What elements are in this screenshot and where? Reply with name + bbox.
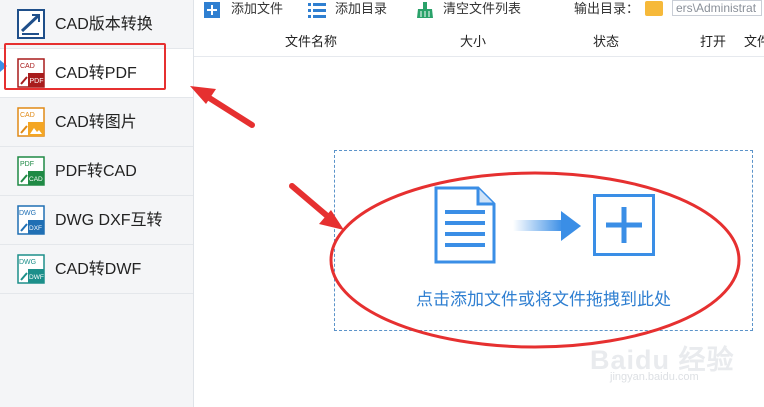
sidebar-item-label: PDF转CAD xyxy=(55,163,137,180)
arrow-right-icon xyxy=(513,211,581,241)
column-header-file: 文件 xyxy=(744,34,764,49)
output-dir-label: 输出目录： xyxy=(574,1,640,16)
sidebar-item-cad-to-image[interactable]: CAD CAD转图片 xyxy=(0,98,193,147)
column-header-name: 文件名称 xyxy=(285,34,338,49)
cad-to-pdf-icon: CAD PDF xyxy=(17,58,45,88)
plus-icon xyxy=(204,2,220,18)
document-icon xyxy=(434,186,496,264)
file-table-header: 文件名称 大小 状态 打开 文件 xyxy=(194,30,764,57)
icon-text-pdf: PDF xyxy=(30,78,44,85)
watermark-url: jingyan.baidu.com xyxy=(610,371,699,383)
sidebar-item-dwg-dxf[interactable]: DWG DXF DWG DXF互转 xyxy=(0,196,193,245)
icon-text-cad: CAD xyxy=(20,112,35,119)
add-box-icon xyxy=(593,194,655,256)
clear-list-label: 清空文件列表 xyxy=(443,1,522,16)
icon-text-cad: CAD xyxy=(20,63,35,70)
cad-version-icon xyxy=(17,9,45,39)
icon-text-dxf: DXF xyxy=(29,225,42,232)
sidebar-item-cad-version[interactable]: CAD版本转换 xyxy=(0,0,193,49)
drop-zone-hint: 点击添加文件或将文件拖拽到此处 xyxy=(416,290,671,309)
sidebar-item-label: DWG DXF互转 xyxy=(55,212,163,229)
list-icon xyxy=(308,3,326,18)
icon-text-cad: CAD xyxy=(29,176,43,183)
sidebar-item-label: CAD转图片 xyxy=(55,114,137,131)
icon-text-pdf: PDF xyxy=(20,161,34,168)
sidebar-item-label: CAD转PDF xyxy=(55,65,137,82)
annotation-arrow xyxy=(190,86,255,128)
sidebar-item-cad-to-pdf[interactable]: CAD PDF CAD转PDF xyxy=(0,49,193,98)
sidebar-item-label: CAD版本转换 xyxy=(55,16,153,33)
active-indicator xyxy=(0,60,7,72)
output-path-field[interactable]: ers\Administrat xyxy=(672,0,762,16)
cad-to-image-icon: CAD xyxy=(17,107,45,137)
pdf-to-cad-icon: PDF CAD xyxy=(17,156,45,186)
icon-text-dwf: DWF xyxy=(29,274,44,281)
sidebar-item-cad-to-dwf[interactable]: DWG DWF CAD转DWF xyxy=(0,245,193,294)
toolbar: 添加文件 添加目录 清空文件列表 输出目录： ers\Administrat xyxy=(194,0,764,22)
icon-text-dwg: DWG xyxy=(19,259,36,266)
column-header-open: 打开 xyxy=(700,34,727,49)
sidebar: CAD版本转换 CAD PDF CAD转PDF CAD CAD转图片 PDF C… xyxy=(0,0,194,407)
file-drop-zone[interactable]: 点击添加文件或将文件拖拽到此处 xyxy=(334,150,753,331)
broom-icon xyxy=(417,2,433,18)
folder-icon[interactable] xyxy=(645,1,663,16)
column-header-status: 状态 xyxy=(593,34,620,49)
column-header-size: 大小 xyxy=(460,34,487,49)
add-folder-label: 添加目录 xyxy=(335,1,388,16)
add-file-label: 添加文件 xyxy=(231,1,284,16)
sidebar-item-pdf-to-cad[interactable]: PDF CAD PDF转CAD xyxy=(0,147,193,196)
cad-to-dwf-icon: DWG DWF xyxy=(17,254,45,284)
dwg-dxf-icon: DWG DXF xyxy=(17,205,45,235)
icon-text-dwg: DWG xyxy=(19,210,36,217)
sidebar-item-label: CAD转DWF xyxy=(55,261,142,278)
